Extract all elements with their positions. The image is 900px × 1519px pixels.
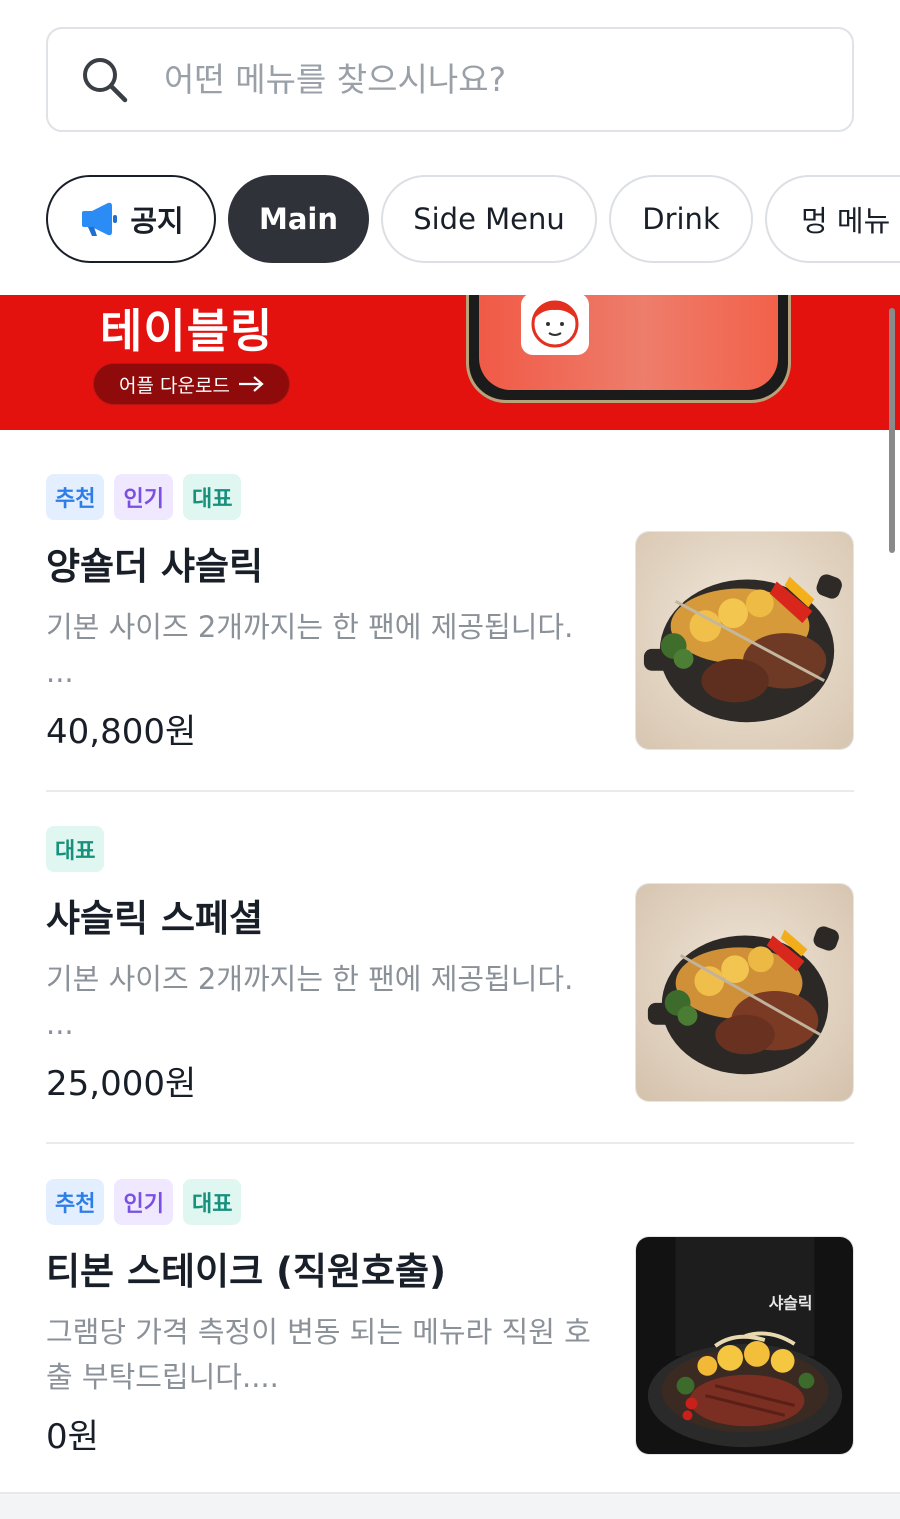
item-price: 0원	[46, 1417, 99, 1457]
tag-signature: 대표	[182, 474, 242, 520]
megaphone-icon	[82, 202, 118, 236]
item-name: 샤슬릭 스페셜	[46, 897, 264, 940]
tag-signature: 대표	[46, 826, 105, 872]
item-price: 40,800원	[46, 712, 197, 752]
tag-recommend: 추천	[46, 1179, 105, 1225]
item-name: 티본 스테이크 (직원호출)	[46, 1250, 446, 1293]
skewer-dish-photo	[636, 532, 853, 749]
item-description: 기본 사이즈 2개까지는 한 팬에 제공됩니다. ...	[46, 610, 574, 689]
tag-popular: 인기	[114, 474, 173, 520]
banner-title: 테이블링	[100, 304, 274, 358]
item-photo[interactable]	[635, 531, 854, 750]
tab-drink-label: Drink	[642, 202, 720, 236]
phone-mockup	[466, 295, 791, 403]
menu-item[interactable]: 추천 인기 대표 양숄더 샤슬릭 기본 사이즈 2개까지는 한 팬에 제공됩니다…	[46, 440, 854, 792]
item-photo[interactable]	[635, 883, 854, 1102]
search-icon	[83, 57, 128, 102]
tag-popular: 인기	[114, 1179, 173, 1225]
tag-signature: 대표	[182, 1179, 242, 1225]
tab-notice[interactable]: 공지	[46, 175, 216, 263]
app-download-label: 어플 다운로드	[119, 374, 230, 397]
tab-side-menu[interactable]: Side Menu	[381, 175, 597, 263]
app-download-button[interactable]: 어플 다운로드	[93, 363, 290, 405]
tab-main[interactable]: Main	[228, 175, 369, 263]
menu-page: 공지 Main Side Menu Drink 멍 메뉴 테이블링 어플 다운로…	[0, 0, 900, 1519]
tag-list: 추천 인기 대표	[46, 1179, 242, 1225]
bottom-bar	[0, 1492, 900, 1519]
tag-list: 추천 인기 대표	[46, 474, 242, 520]
search-bar[interactable]	[46, 27, 854, 132]
steak-dish-photo: 샤슬릭	[636, 1237, 853, 1454]
tab-main-label: Main	[258, 202, 338, 236]
category-tabs: 공지 Main Side Menu Drink 멍 메뉴	[0, 175, 900, 265]
item-photo[interactable]: 샤슬릭	[635, 1236, 854, 1455]
tab-notice-label: 공지	[130, 204, 184, 238]
menu-item[interactable]: 대표 샤슬릭 스페셜 기본 사이즈 2개까지는 한 팬에 제공됩니다. ... …	[46, 792, 854, 1144]
menu-item[interactable]: 추천 인기 대표 티본 스테이크 (직원호출) 그램당 가격 측정이 변동 되는…	[46, 1145, 854, 1497]
search-input[interactable]	[164, 60, 804, 99]
tag-list: 대표	[46, 826, 105, 872]
tab-side-menu-label: Side Menu	[413, 202, 565, 236]
tab-meong-menu-label: 멍 메뉴	[801, 204, 891, 238]
skewer-dish-photo	[636, 884, 853, 1101]
apron-logo-text: 샤슬릭	[769, 1293, 813, 1312]
item-price: 25,000원	[46, 1064, 197, 1104]
app-logo	[521, 295, 589, 355]
item-description: 그램당 가격 측정이 변동 되는 메뉴라 직원 호출 부탁드립니다....	[46, 1315, 591, 1394]
scrollbar[interactable]	[889, 308, 895, 553]
tab-meong-menu[interactable]: 멍 메뉴	[765, 175, 900, 263]
arrow-right-icon	[238, 376, 264, 392]
tab-drink[interactable]: Drink	[609, 175, 753, 263]
promo-banner[interactable]: 테이블링 어플 다운로드	[0, 295, 900, 430]
mascot-icon	[531, 300, 579, 348]
tag-recommend: 추천	[46, 474, 105, 520]
item-name: 양숄더 샤슬릭	[46, 545, 264, 588]
item-description: 기본 사이즈 2개까지는 한 팬에 제공됩니다. ...	[46, 962, 574, 1041]
